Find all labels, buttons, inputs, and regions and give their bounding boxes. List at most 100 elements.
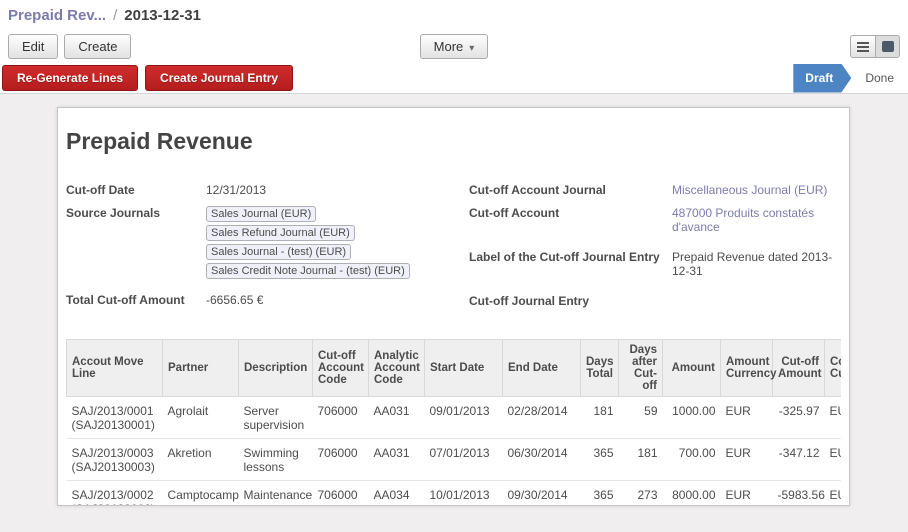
table-cell: 706000	[313, 481, 369, 507]
table-cell: EUR	[825, 481, 842, 507]
table-cell: 365	[581, 439, 619, 481]
journal-tag[interactable]: Sales Credit Note Journal - (test) (EUR)	[206, 263, 410, 279]
cutoff-date-label: Cut-off Date	[66, 181, 206, 197]
breadcrumb: Prepaid Rev... / 2013-12-31	[0, 0, 908, 30]
table-cell: 365	[581, 481, 619, 507]
cutoff-account-label: Cut-off Account	[469, 204, 672, 234]
breadcrumb-parent-link[interactable]: Prepaid Rev...	[8, 7, 106, 24]
right-field-group: Cut-off Account Journal Miscellaneous Jo…	[469, 181, 847, 315]
create-journal-entry-button[interactable]: Create Journal Entry	[145, 65, 293, 91]
table-cell: 06/30/2014	[503, 439, 581, 481]
field-cutoff-journal-entry: Cut-off Journal Entry	[469, 292, 847, 308]
table-cell: 09/01/2013	[425, 397, 503, 439]
column-header[interactable]: Days Total	[581, 340, 619, 397]
field-cutoff-date: Cut-off Date 12/31/2013	[66, 181, 469, 197]
source-journals-tags: Sales Journal (EUR) Sales Refund Journal …	[206, 204, 454, 279]
table-cell: AA034	[369, 481, 425, 507]
list-view-button[interactable]	[850, 35, 875, 58]
column-header[interactable]: Company Currency	[825, 340, 842, 397]
total-cutoff-amount-value: -6656.65 €	[206, 291, 454, 307]
table-cell: EUR	[721, 439, 773, 481]
table-cell: SAJ/2013/0001 (SAJ20130001)	[67, 397, 163, 439]
cutoff-account-link[interactable]: 487000 Produits constatés d'avance	[672, 204, 847, 234]
edit-button[interactable]: Edit	[8, 34, 58, 59]
left-field-group: Cut-off Date 12/31/2013 Source Journals …	[66, 181, 469, 315]
table-cell: Akretion	[163, 439, 239, 481]
cutoff-journal-entry-label: Cut-off Journal Entry	[469, 292, 672, 308]
column-header[interactable]: Description	[239, 340, 313, 397]
journal-tag[interactable]: Sales Journal - (test) (EUR)	[206, 244, 351, 260]
table-cell: SAJ/2013/0003 (SAJ20130003)	[67, 439, 163, 481]
create-button[interactable]: Create	[64, 34, 131, 59]
field-journal-entry-label: Label of the Cut-off Journal Entry Prepa…	[469, 248, 847, 278]
more-dropdown-button[interactable]: More▾	[420, 34, 489, 59]
table-cell: AA031	[369, 439, 425, 481]
table-cell: Swimming lessons	[239, 439, 313, 481]
table-cell: 706000	[313, 439, 369, 481]
statusbar: Draft Done	[793, 64, 908, 93]
table-cell: 59	[619, 397, 663, 439]
status-done[interactable]: Done	[851, 64, 908, 93]
total-cutoff-amount-label: Total Cut-off Amount	[66, 291, 206, 307]
table-cell: 1000.00	[663, 397, 721, 439]
table-cell: -5983.56	[773, 481, 825, 507]
regenerate-lines-button[interactable]: Re-Generate Lines	[2, 65, 138, 91]
journal-entry-label-value: Prepaid Revenue dated 2013-12-31	[672, 248, 847, 278]
toolbar-center: More▾	[0, 34, 908, 59]
form-sheet: Prepaid Revenue Cut-off Date 12/31/2013 …	[57, 107, 850, 506]
table-cell: 07/01/2013	[425, 439, 503, 481]
table-cell: 706000	[313, 397, 369, 439]
column-header[interactable]: Start Date	[425, 340, 503, 397]
cutoff-lines-table-wrap: Accout Move LinePartnerDescriptionCut-of…	[66, 339, 841, 506]
table-cell: Camptocamp	[163, 481, 239, 507]
column-header[interactable]: Cut-off Account Code	[313, 340, 369, 397]
journal-tag[interactable]: Sales Refund Journal (EUR)	[206, 225, 355, 241]
column-header[interactable]: Amount	[663, 340, 721, 397]
field-cutoff-account: Cut-off Account 487000 Produits constaté…	[469, 204, 847, 234]
table-cell: EUR	[721, 481, 773, 507]
cutoff-date-value: 12/31/2013	[206, 181, 454, 197]
table-row[interactable]: SAJ/2013/0003 (SAJ20130003)AkretionSwimm…	[67, 439, 842, 481]
cutoff-account-journal-link[interactable]: Miscellaneous Journal (EUR)	[672, 181, 847, 197]
column-header[interactable]: Accout Move Line	[67, 340, 163, 397]
status-draft[interactable]: Draft	[793, 64, 851, 93]
table-cell: EUR	[825, 439, 842, 481]
table-cell: Server supervision	[239, 397, 313, 439]
form-view-button[interactable]	[875, 35, 900, 58]
field-cutoff-account-journal: Cut-off Account Journal Miscellaneous Jo…	[469, 181, 847, 197]
field-total-cutoff-amount: Total Cut-off Amount -6656.65 €	[66, 291, 469, 307]
table-cell: Maintenance contract	[239, 481, 313, 507]
table-row[interactable]: SAJ/2013/0002 (SAJ20130002)CamptocampMai…	[67, 481, 842, 507]
table-cell: AA031	[369, 397, 425, 439]
table-cell: -347.12	[773, 439, 825, 481]
journal-entry-label-label: Label of the Cut-off Journal Entry	[469, 248, 672, 278]
breadcrumb-current: 2013-12-31	[124, 7, 201, 24]
column-header[interactable]: Cut-off Amount	[773, 340, 825, 397]
table-header-row: Accout Move LinePartnerDescriptionCut-of…	[67, 340, 842, 397]
table-cell: 8000.00	[663, 481, 721, 507]
chevron-down-icon: ▾	[469, 43, 474, 54]
column-header[interactable]: End Date	[503, 340, 581, 397]
breadcrumb-separator: /	[113, 7, 117, 24]
form-icon	[882, 41, 894, 52]
cutoff-journal-entry-value	[672, 292, 847, 308]
toolbar: Edit Create More▾	[0, 30, 908, 63]
field-source-journals: Source Journals Sales Journal (EUR)Sales…	[66, 204, 469, 279]
list-icon	[857, 42, 869, 52]
column-header[interactable]: Analytic Account Code	[369, 340, 425, 397]
table-row[interactable]: SAJ/2013/0001 (SAJ20130001)AgrolaitServe…	[67, 397, 842, 439]
table-cell: 181	[581, 397, 619, 439]
table-cell: Agrolait	[163, 397, 239, 439]
table-cell: EUR	[721, 397, 773, 439]
source-journals-label: Source Journals	[66, 204, 206, 279]
column-header[interactable]: Partner	[163, 340, 239, 397]
table-cell: 181	[619, 439, 663, 481]
field-section: Cut-off Date 12/31/2013 Source Journals …	[66, 181, 841, 315]
column-header[interactable]: Amount Currency	[721, 340, 773, 397]
journal-tag[interactable]: Sales Journal (EUR)	[206, 206, 316, 222]
page-title: Prepaid Revenue	[66, 128, 841, 155]
table-cell: SAJ/2013/0002 (SAJ20130002)	[67, 481, 163, 507]
column-header[interactable]: Days after Cut-off	[619, 340, 663, 397]
table-body: SAJ/2013/0001 (SAJ20130001)AgrolaitServe…	[67, 397, 842, 507]
table-cell: -325.97	[773, 397, 825, 439]
